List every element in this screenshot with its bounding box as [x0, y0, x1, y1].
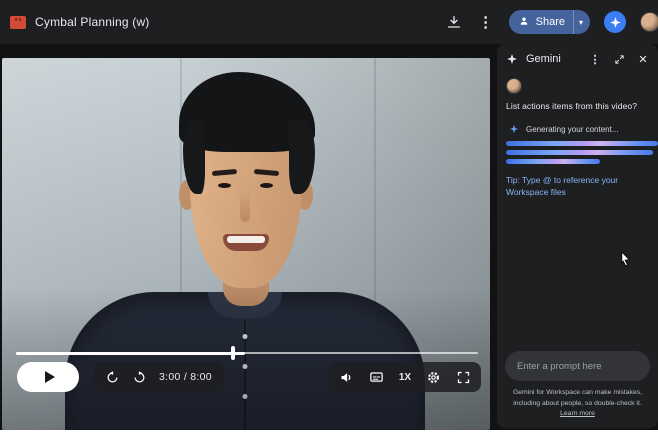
account-avatar[interactable]: [640, 12, 658, 32]
panel-expand-icon[interactable]: [612, 52, 626, 66]
generating-status: Generating your content...: [506, 124, 658, 134]
fullscreen-icon[interactable]: [456, 370, 471, 385]
more-options-icon[interactable]: ⋮: [477, 13, 495, 31]
top-bar: Cymbal Planning (w) ⋮ Share ▾: [0, 0, 658, 44]
skip-time-group: 3:00 / 8:00: [93, 362, 224, 392]
play-icon: [45, 371, 55, 383]
generating-spark-icon: [509, 124, 519, 134]
drive-video-preview-window: Cymbal Planning (w) ⋮ Share ▾: [0, 0, 658, 430]
top-bar-actions: ⋮ Share ▾: [445, 10, 652, 34]
gemini-spark-icon: [609, 16, 622, 29]
play-button[interactable]: [17, 362, 79, 392]
gemini-side-panel: Gemini ⋮ ✕ List actions items from this …: [497, 44, 658, 428]
gemini-spark-icon: [506, 53, 518, 65]
gemini-panel-title: Gemini: [526, 53, 578, 65]
mouse-cursor: [621, 251, 631, 267]
share-button-label: Share: [536, 16, 565, 28]
video-player[interactable]: 3:00 / 8:00 1X: [2, 58, 490, 430]
learn-more-link[interactable]: Learn more: [560, 410, 595, 417]
workspace-tip: Tip: Type @ to reference your Workspace …: [506, 174, 632, 198]
loading-skeleton: [506, 141, 658, 164]
seek-bar-played: [16, 352, 245, 355]
gemini-chat-area: List actions items from this video? Gene…: [497, 72, 658, 198]
loading-bar: [506, 141, 658, 146]
seek-bar[interactable]: [2, 346, 490, 360]
user-avatar: [506, 78, 522, 94]
user-message: List actions items from this video?: [506, 101, 658, 111]
file-chip: Cymbal Planning (w): [10, 15, 150, 29]
forward-10-icon[interactable]: [132, 370, 147, 385]
download-icon[interactable]: [445, 13, 463, 31]
seek-handle[interactable]: [231, 346, 235, 360]
gemini-panel-footer: Gemini for Workspace can make mistakes, …: [497, 351, 658, 420]
player-controls: 3:00 / 8:00 1X: [2, 362, 490, 392]
playback-options-group: 1X: [329, 362, 481, 392]
gemini-toggle-button[interactable]: [604, 11, 626, 33]
disclaimer-text: Gemini for Workspace can make mistakes, …: [513, 389, 642, 407]
video-file-icon: [10, 16, 26, 29]
share-person-icon: [519, 15, 531, 30]
screenshot-canvas: Cymbal Planning (w) ⋮ Share ▾: [0, 0, 658, 438]
loading-bar: [506, 159, 600, 164]
playback-speed-button[interactable]: 1X: [399, 372, 411, 383]
panel-more-options-icon[interactable]: ⋮: [588, 52, 602, 66]
gemini-disclaimer: Gemini for Workspace can make mistakes, …: [505, 388, 650, 420]
panel-close-icon[interactable]: ✕: [636, 52, 650, 66]
settings-gear-icon[interactable]: [426, 370, 441, 385]
prompt-input[interactable]: [505, 351, 650, 381]
share-caret-icon[interactable]: ▾: [574, 10, 590, 34]
file-title: Cymbal Planning (w): [35, 15, 150, 29]
share-button[interactable]: Share ▾: [509, 10, 590, 34]
loading-bar: [506, 150, 653, 155]
volume-icon[interactable]: [339, 370, 354, 385]
generating-label: Generating your content...: [526, 125, 619, 134]
rewind-10-icon[interactable]: [105, 370, 120, 385]
captions-icon[interactable]: [369, 370, 384, 385]
gemini-panel-header: Gemini ⋮ ✕: [497, 44, 658, 72]
time-display: 3:00 / 8:00: [159, 371, 212, 383]
